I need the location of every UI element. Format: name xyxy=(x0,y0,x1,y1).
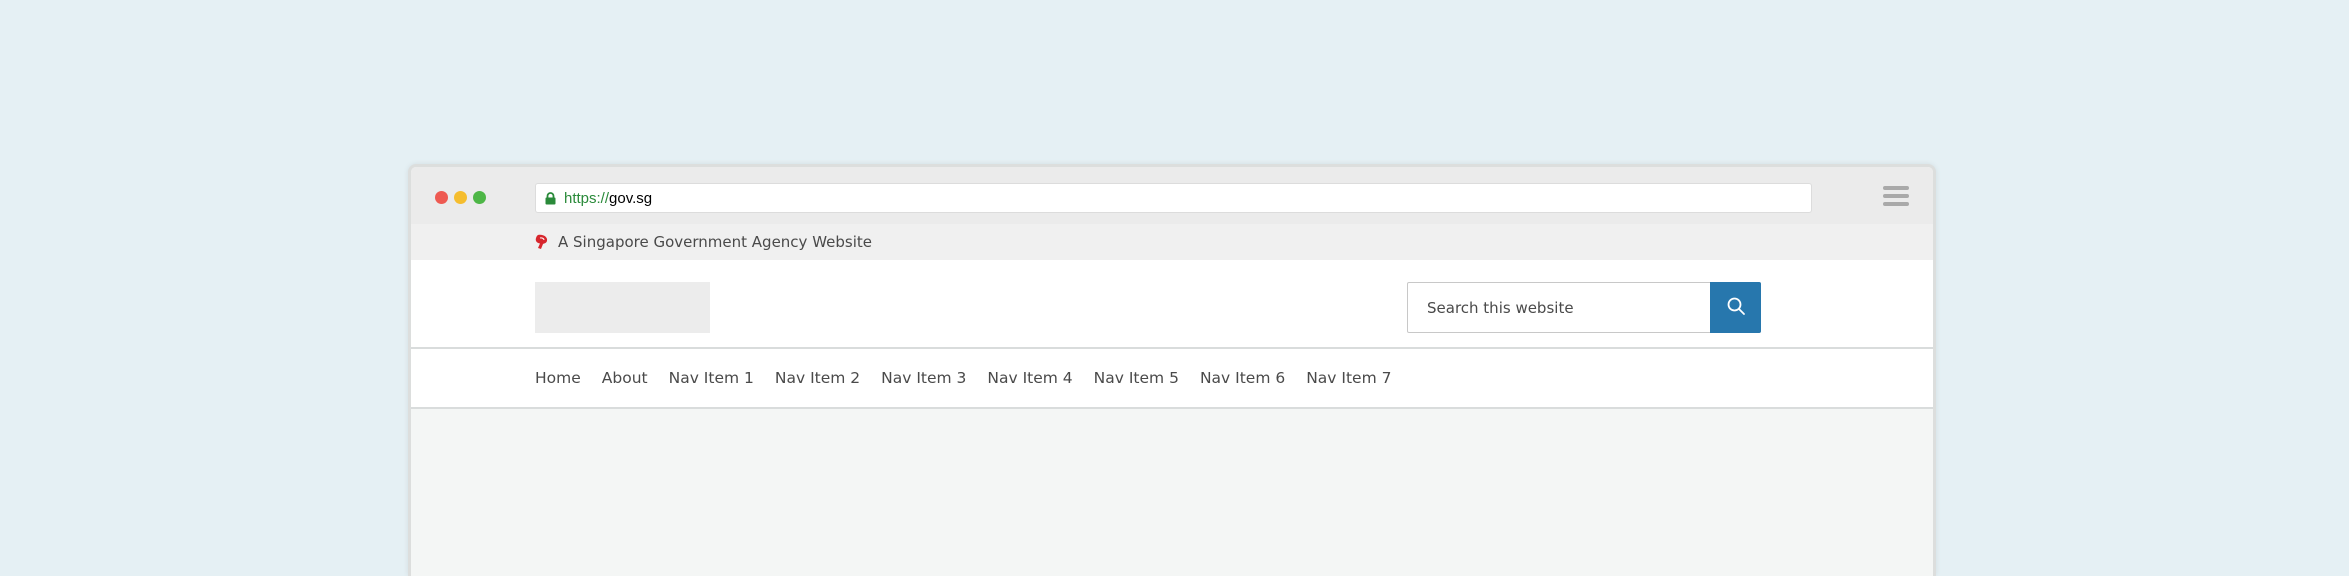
address-bar[interactable]: https://gov.sg xyxy=(535,183,1812,213)
url-scheme: https:// xyxy=(564,189,610,207)
lock-icon xyxy=(545,191,556,205)
nav-item-5[interactable]: Nav Item 5 xyxy=(1094,369,1179,387)
hamburger-menu-icon[interactable] xyxy=(1883,186,1909,207)
nav-item-3[interactable]: Nav Item 3 xyxy=(881,369,966,387)
search-input[interactable] xyxy=(1408,283,1711,332)
site-header xyxy=(411,260,1933,349)
nav-item-6[interactable]: Nav Item 6 xyxy=(1200,369,1285,387)
nav-item-2[interactable]: Nav Item 2 xyxy=(775,369,860,387)
browser-toolbar: https://gov.sg xyxy=(411,167,1933,224)
nav-list: Home About Nav Item 1 Nav Item 2 Nav Ite… xyxy=(535,349,1412,407)
nav-item-7[interactable]: Nav Item 7 xyxy=(1306,369,1391,387)
close-window-button[interactable] xyxy=(435,191,448,204)
browser-window: https://gov.sg A Singapore Government Ag… xyxy=(408,164,1936,576)
page-content-area xyxy=(411,409,1933,576)
nav-item-about[interactable]: About xyxy=(602,369,648,387)
minimize-window-button[interactable] xyxy=(454,191,467,204)
search-icon xyxy=(1726,296,1746,319)
url-text: https://gov.sg xyxy=(564,190,652,207)
nav-item-home[interactable]: Home xyxy=(535,369,581,387)
main-navigation: Home About Nav Item 1 Nav Item 2 Nav Ite… xyxy=(411,349,1933,409)
government-masthead: A Singapore Government Agency Website xyxy=(411,224,1933,260)
nav-item-1[interactable]: Nav Item 1 xyxy=(669,369,754,387)
maximize-window-button[interactable] xyxy=(473,191,486,204)
masthead-text: A Singapore Government Agency Website xyxy=(558,233,872,251)
url-host: gov.sg xyxy=(609,189,653,207)
search-button[interactable] xyxy=(1710,282,1761,333)
search-form xyxy=(1407,282,1761,333)
site-logo-placeholder[interactable] xyxy=(535,282,710,333)
lion-head-icon xyxy=(535,234,549,250)
nav-item-4[interactable]: Nav Item 4 xyxy=(987,369,1072,387)
